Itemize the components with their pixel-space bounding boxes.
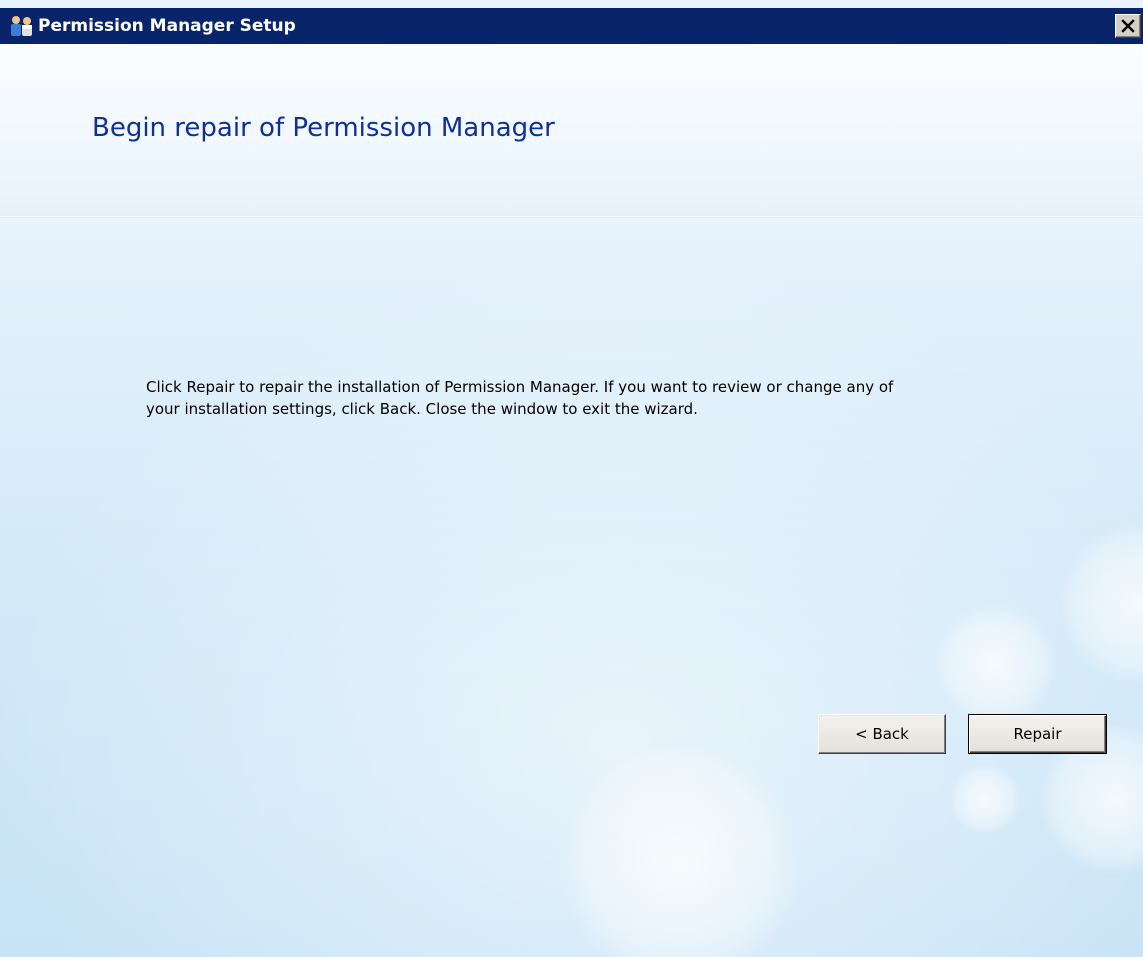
header-band: Begin repair of Permission Manager xyxy=(0,44,1143,217)
background-decoration xyxy=(950,764,1020,834)
close-icon xyxy=(1121,19,1135,33)
repair-button[interactable]: Repair xyxy=(968,714,1107,754)
instructions-line-2: your installation settings, click Back. … xyxy=(146,400,698,418)
background-decoration xyxy=(1060,524,1143,684)
title-bar[interactable]: Permission Manager Setup xyxy=(0,8,1143,44)
background-decoration xyxy=(935,604,1055,724)
background-decoration xyxy=(560,744,800,957)
back-button[interactable]: < Back xyxy=(818,714,946,754)
window-title: Permission Manager Setup xyxy=(38,16,296,36)
users-icon xyxy=(8,14,36,38)
close-button[interactable] xyxy=(1115,14,1141,38)
instructions-text: Click Repair to repair the installation … xyxy=(146,376,1076,420)
page-title: Begin repair of Permission Manager xyxy=(92,113,555,143)
wizard-content: Begin repair of Permission Manager Click… xyxy=(0,44,1143,957)
setup-window: Permission Manager Setup Begin repair of… xyxy=(0,0,1143,957)
instructions-line-1: Click Repair to repair the installation … xyxy=(146,378,894,396)
